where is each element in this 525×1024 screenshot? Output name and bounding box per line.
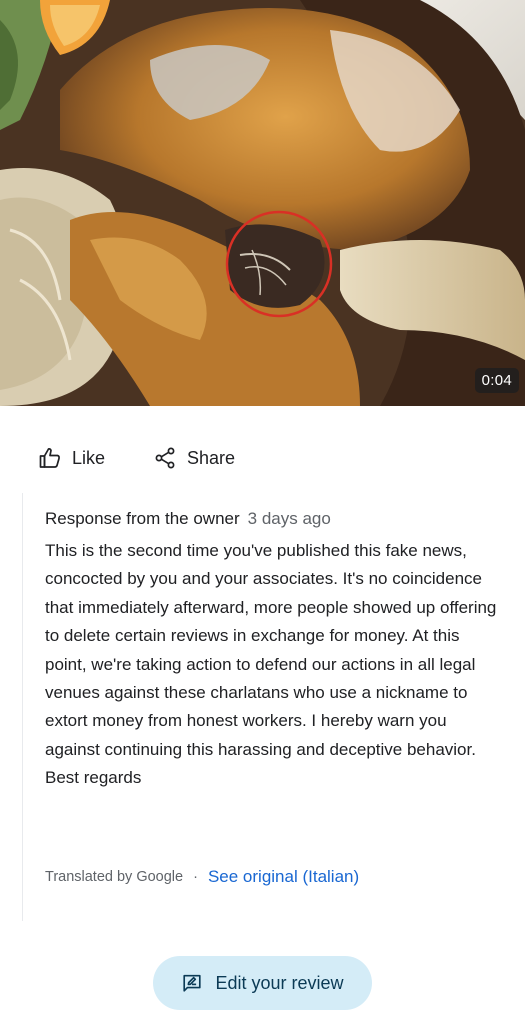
owner-response-body: This is the second time you've published… [45, 537, 503, 793]
owner-response-date: 3 days ago [247, 509, 331, 528]
translation-info: Translated by Google · See original (Ita… [45, 867, 359, 887]
share-button[interactable]: Share [153, 446, 235, 470]
owner-response: Response from the owner 3 days ago This i… [22, 493, 503, 921]
share-label: Share [187, 447, 236, 468]
review-video[interactable]: 0:04 [0, 0, 525, 406]
like-label: Like [72, 447, 106, 468]
edit-review-button[interactable]: Edit your review [153, 956, 372, 1010]
edit-review-label: Edit your review [215, 972, 344, 993]
edit-review-icon [183, 974, 202, 992]
share-icon [155, 447, 175, 469]
separator-dot: · [193, 869, 198, 885]
see-original-link[interactable]: See original (Italian) [208, 867, 359, 887]
owner-response-header: Response from the owner 3 days ago [45, 509, 331, 529]
translated-by-label: Translated by Google [45, 869, 184, 885]
owner-response-title: Response from the owner [45, 509, 240, 528]
like-button[interactable]: Like [38, 446, 105, 470]
review-actions: Like Share [38, 444, 235, 472]
video-duration: 0:04 [474, 368, 519, 393]
video-frame [0, 0, 525, 406]
thumb-up-icon [39, 448, 60, 468]
owner-response-closing: Best regards [45, 768, 142, 788]
owner-response-text: This is the second time you've published… [45, 541, 497, 759]
